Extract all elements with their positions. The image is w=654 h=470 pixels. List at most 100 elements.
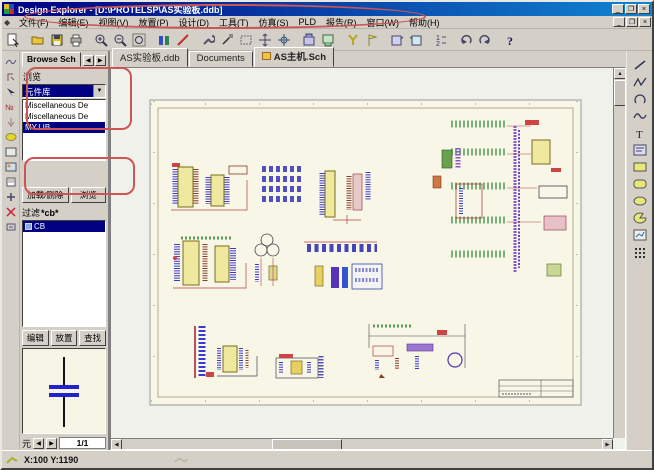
component-item-selected[interactable]: CB (23, 221, 105, 232)
annotate-icon[interactable]: 12 (432, 31, 450, 49)
panel-tab-next-icon[interactable]: ▶ (95, 55, 106, 66)
redo-icon[interactable] (476, 31, 494, 49)
doc-tab-documents[interactable]: Documents (189, 51, 253, 67)
menu-window[interactable]: 窗口(W) (362, 16, 405, 29)
menu-file[interactable]: 文件(F) (14, 16, 54, 29)
horizontal-scroll-thumb[interactable] (272, 439, 342, 450)
menu-pld[interactable]: PLD (294, 17, 322, 27)
menu-design[interactable]: 设计(D) (174, 16, 215, 29)
part-next-icon[interactable] (407, 31, 425, 49)
scroll-up-icon[interactable]: ▲ (614, 68, 626, 79)
part-prev-icon[interactable] (388, 31, 406, 49)
library-down-icon[interactable] (319, 31, 337, 49)
menu-simulate[interactable]: 仿真(S) (254, 16, 294, 29)
vertical-scroll-thumb[interactable] (614, 80, 626, 106)
library-item-selected[interactable]: MY.LIB (23, 122, 105, 133)
restore-button[interactable]: ❐ (625, 4, 637, 14)
menu-edit[interactable]: 编辑(E) (54, 16, 94, 29)
panel-tab-prev-icon[interactable]: ◀ (83, 55, 94, 66)
footer-next-icon[interactable]: ▶ (46, 438, 57, 449)
edit-button[interactable]: 编辑 (22, 330, 49, 346)
find-button[interactable]: 查找 (79, 330, 106, 346)
probe-icon[interactable] (344, 31, 362, 49)
tag-tool-icon[interactable] (4, 220, 18, 233)
draw-line-icon[interactable] (218, 31, 236, 49)
round-rect-icon[interactable] (631, 176, 649, 192)
sheet-tool-icon[interactable] (4, 175, 18, 188)
text-frame-icon[interactable] (631, 142, 649, 158)
menu-place[interactable]: 放置(P) (134, 16, 174, 29)
paste-array-icon[interactable] (631, 244, 649, 260)
dropdown-arrow-icon[interactable]: ▼ (93, 85, 105, 97)
doc-tab-sch-active[interactable]: AS主机.Sch (254, 47, 334, 67)
menu-help[interactable]: 帮助(H) (404, 16, 445, 29)
browse-label: 浏览 (23, 70, 106, 83)
no-erc-icon[interactable]: № (4, 100, 18, 113)
add-icon[interactable] (4, 190, 18, 203)
select-area-icon[interactable] (237, 31, 255, 49)
horizontal-scrollbar[interactable]: ◀ ▶ (111, 438, 613, 449)
arc-icon[interactable] (631, 91, 649, 107)
browse-library-icon[interactable] (155, 31, 173, 49)
library-item[interactable]: Miscellaneous De (23, 111, 105, 122)
bezier-icon[interactable] (631, 108, 649, 124)
image-tool-icon[interactable] (4, 160, 18, 173)
browse-button[interactable]: 浏览 (71, 187, 107, 203)
undo-icon[interactable] (457, 31, 475, 49)
graph-icon[interactable] (631, 227, 649, 243)
help-icon[interactable]: ? (501, 31, 519, 49)
svg-text:?: ? (507, 34, 513, 47)
left-tool-strip: № (2, 51, 20, 450)
ellipse-icon[interactable] (631, 193, 649, 209)
pie-icon[interactable] (631, 210, 649, 226)
print-icon[interactable] (67, 31, 85, 49)
marker-icon[interactable] (363, 31, 381, 49)
drop-icon[interactable] (4, 115, 18, 128)
open-folder-icon[interactable] (29, 31, 47, 49)
child-minimize-button[interactable]: _ (613, 17, 625, 27)
frame-tool-icon[interactable] (4, 145, 18, 158)
scroll-right-icon[interactable]: ▶ (602, 439, 613, 450)
menu-view[interactable]: 视图(V) (94, 16, 134, 29)
crosshair-icon[interactable] (275, 31, 293, 49)
zoom-out-icon[interactable] (111, 31, 129, 49)
library-item[interactable]: Miscellaneous De (23, 100, 105, 111)
vertical-scrollbar[interactable]: ▲ (613, 68, 625, 438)
menu-tools[interactable]: 工具(T) (214, 16, 254, 29)
polyline-icon[interactable] (631, 74, 649, 90)
delete-icon[interactable] (4, 205, 18, 218)
rect-icon[interactable] (631, 159, 649, 175)
cursor-icon[interactable] (4, 85, 18, 98)
place-button[interactable]: 放置 (51, 330, 78, 346)
select-document-icon[interactable] (4, 31, 22, 49)
wrench-icon[interactable] (199, 31, 217, 49)
wire-icon[interactable] (174, 31, 192, 49)
child-close-button[interactable]: × (639, 17, 651, 27)
minimize-button[interactable]: _ (612, 4, 624, 14)
close-button[interactable]: × (638, 4, 650, 14)
filter-input[interactable]: *cb* (41, 208, 59, 218)
cursor-coordinates: X:100 Y:1190 (24, 455, 78, 465)
wire-tool-icon[interactable] (4, 55, 18, 68)
browse-mode-dropdown[interactable]: 元件库 ▼ (22, 84, 106, 98)
menu-reports[interactable]: 报告(R) (321, 16, 362, 29)
status-secondary-icon (174, 456, 188, 464)
load-remove-button[interactable]: 加载/删除 (22, 187, 69, 203)
save-icon[interactable] (48, 31, 66, 49)
zoom-in-icon[interactable] (92, 31, 110, 49)
footer-prev-icon[interactable]: ◀ (33, 438, 44, 449)
highlight-icon[interactable] (4, 130, 18, 143)
capacitor-symbol (29, 351, 99, 431)
line-icon[interactable] (631, 57, 649, 73)
place-part-icon[interactable] (4, 70, 18, 83)
scroll-left-icon[interactable]: ◀ (111, 439, 122, 450)
zoom-all-icon[interactable] (130, 31, 148, 49)
doc-tab-ddb[interactable]: AS实验板.ddb (112, 48, 188, 67)
child-restore-button[interactable]: ❐ (626, 17, 638, 27)
drawing-toolbar: T (626, 51, 652, 450)
text-icon[interactable]: T (631, 125, 649, 141)
schematic-canvas[interactable]: ▲ ◀ ▶ (110, 67, 626, 450)
panel-tab-browse-sch[interactable]: Browse Sch (22, 52, 81, 67)
library-up-icon[interactable] (300, 31, 318, 49)
move-icon[interactable] (256, 31, 274, 49)
